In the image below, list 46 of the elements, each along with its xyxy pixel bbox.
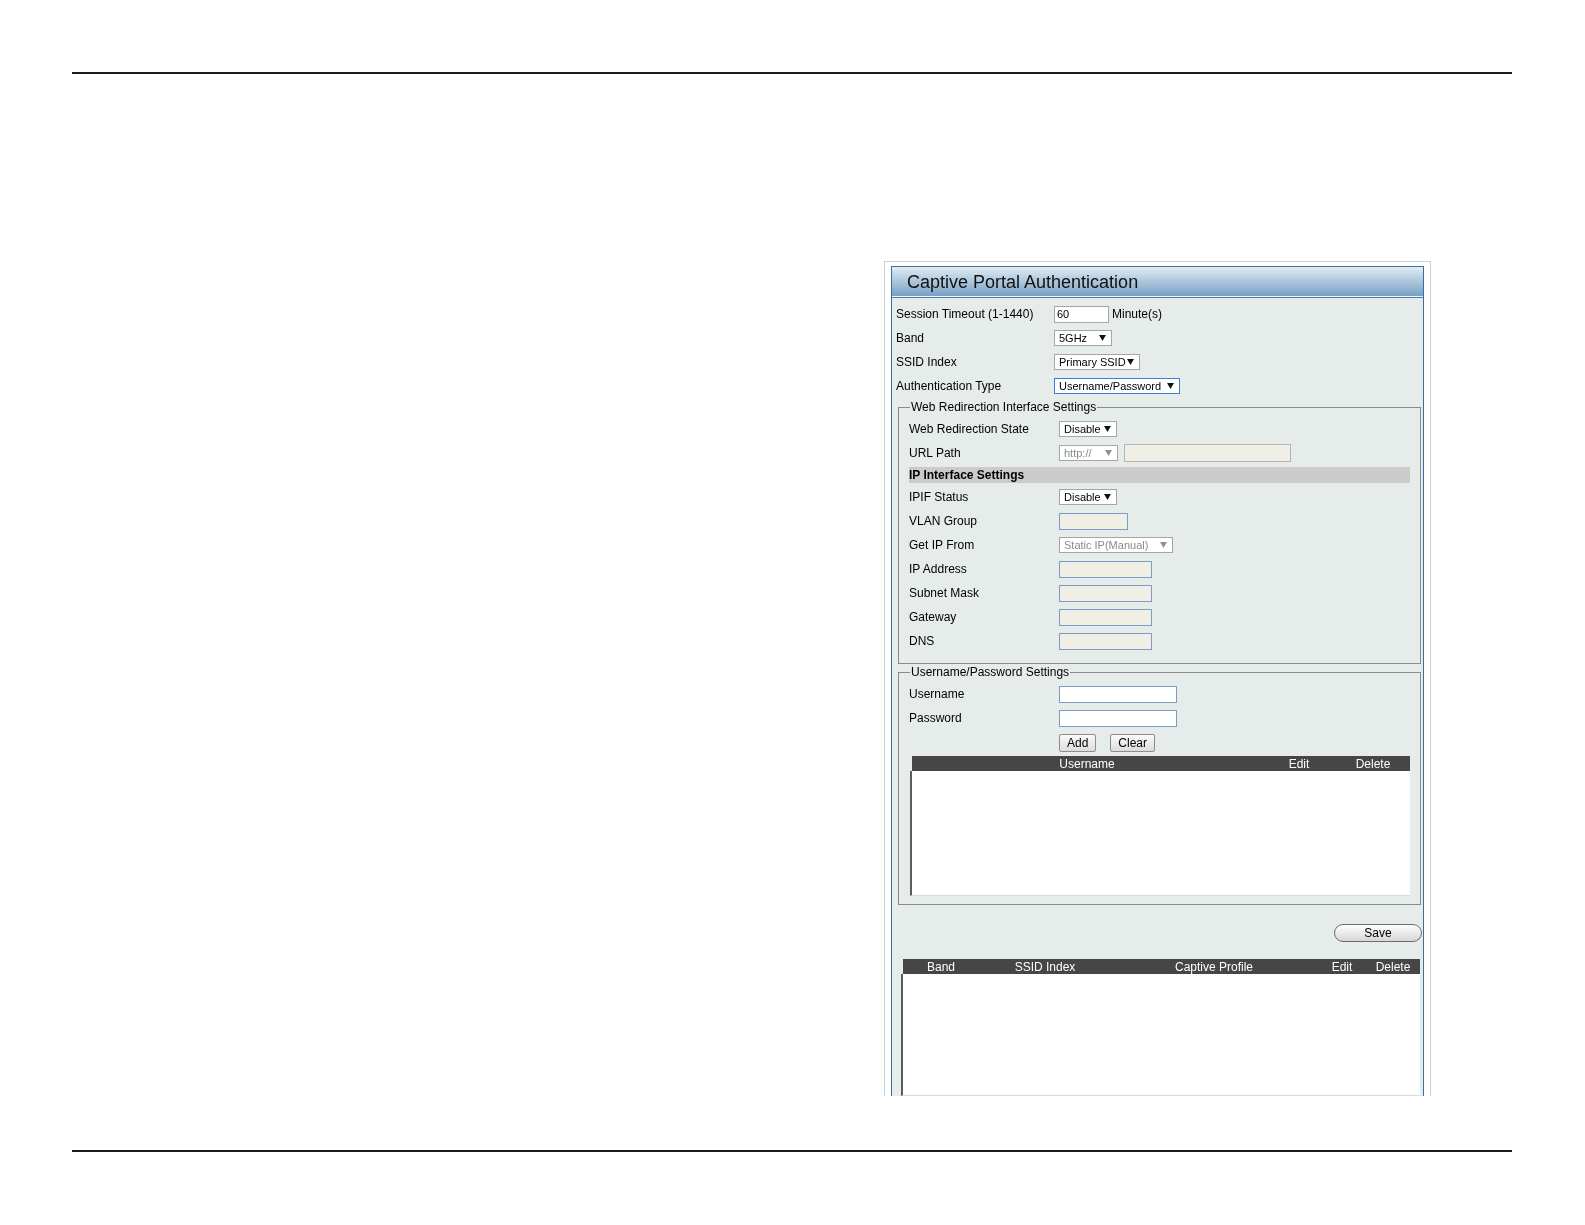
field-label: VLAN Group [909,515,979,527]
caret-down-icon [1104,426,1111,432]
caret-down-icon [1105,450,1112,456]
dropdown[interactable]: 5GHz [1054,330,1112,346]
dropdown[interactable]: Username/Password [1054,378,1180,394]
caret-down-icon [1160,542,1167,548]
dropdown[interactable]: Disable [1059,489,1117,505]
column-header: SSID Index [1014,960,1076,973]
save-button[interactable]: Save [1334,924,1422,942]
dropdown[interactable]: Disable [1059,421,1117,437]
field-label: IPIF Status [909,491,970,503]
section-heading: IP Interface Settings [909,467,1410,483]
field-label: Get IP From [909,539,976,551]
field-label: Password [909,712,963,724]
field-label: SSID Index [896,356,958,368]
column-header: Edit [1331,960,1353,973]
text-field[interactable] [1059,685,1177,703]
caret-down-icon [1167,383,1174,389]
field-label: DNS [909,635,936,647]
field-label: Session Timeout (1-1440) [896,308,1035,320]
field-label: URL Path [909,447,962,459]
field-label: Subnet Mask [909,587,981,599]
column-header: Captive Profile [1174,960,1253,973]
field-label: Band [896,332,926,344]
caret-down-icon [1104,494,1111,500]
panel-title: Captive Portal Authentication [907,272,1139,291]
clear-button[interactable]: Clear [1110,734,1156,752]
text-field[interactable] [1059,709,1177,727]
column-header: Username [1059,757,1115,770]
field-label: Gateway [909,611,958,623]
unit-label: Minute(s) [1112,308,1162,320]
add-button[interactable]: Add [1059,734,1097,752]
field-label: Username [909,688,966,700]
caret-down-icon [1099,335,1106,341]
field-label: IP Address [909,563,968,575]
fieldset-legend: Username/Password Settings [910,665,1071,680]
text-field[interactable]: 60 [1054,305,1109,323]
field-label: Web Redirection State [909,423,1030,435]
fieldset-legend: Web Redirection Interface Settings [910,400,1098,415]
field-label: Authentication Type [896,380,1003,392]
caret-down-icon [1127,359,1134,365]
dropdown[interactable]: Primary SSID [1054,354,1140,370]
column-header: Edit [1288,757,1310,770]
column-header: Delete [1355,757,1391,770]
column-header: Delete [1375,960,1411,973]
column-header: Band [927,960,955,973]
